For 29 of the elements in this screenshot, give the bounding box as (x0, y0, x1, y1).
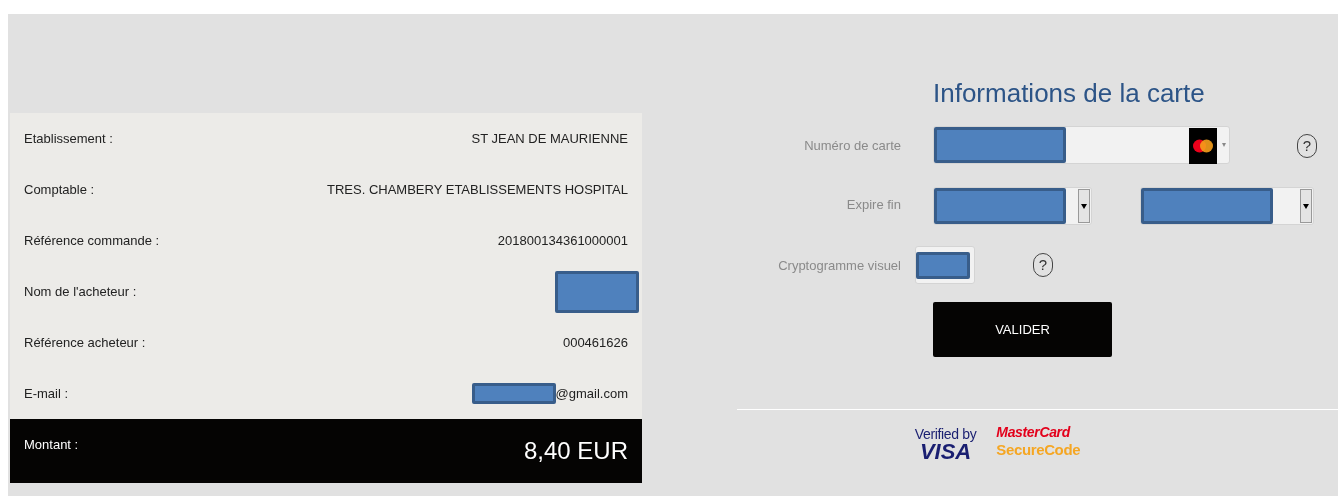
field-value: 000461626 (562, 333, 628, 352)
form-title: Informations de la carte (933, 77, 1205, 110)
mastercard-logo: MasterCard SecureCode (996, 423, 1081, 461)
field-label: Référence commande : (24, 231, 160, 250)
amount-label: Montant : (24, 436, 79, 455)
field-value: @gmail.com (555, 384, 628, 403)
caret-icon (1081, 203, 1087, 209)
visa-logo: Verified by VISA (914, 427, 977, 463)
field-label: Etablissement : (24, 129, 113, 148)
validate-button[interactable]: VALIDER (933, 302, 1112, 357)
field-label: Cryptogramme visuel (777, 257, 901, 275)
field-label: Expire fin (845, 196, 901, 214)
field-value: TRES. CHAMBERY ETABLISSEMENTS HOSPITAL (327, 180, 628, 199)
field-value: 201800134361000001 (497, 231, 628, 250)
amount-value: 8,40 EUR (523, 436, 628, 466)
field-label: Numéro de carte (803, 137, 901, 155)
field-label: E-mail : (24, 384, 69, 403)
field-label: Référence acheteur : (24, 333, 146, 352)
field-label: Nom de l'acheteur : (24, 282, 137, 301)
caret-icon (1222, 143, 1226, 147)
select-field[interactable] (933, 187, 1092, 225)
caret-icon (1303, 203, 1309, 209)
field-label: Comptable : (24, 180, 95, 199)
cvv-field[interactable] (915, 246, 975, 284)
redaction-box (916, 252, 970, 279)
card-brand-icon (1189, 128, 1217, 164)
card-number-field[interactable] (933, 126, 1230, 164)
select-field[interactable] (1140, 187, 1314, 225)
field-value: ST JEAN DE MAURIENNE (471, 129, 628, 148)
